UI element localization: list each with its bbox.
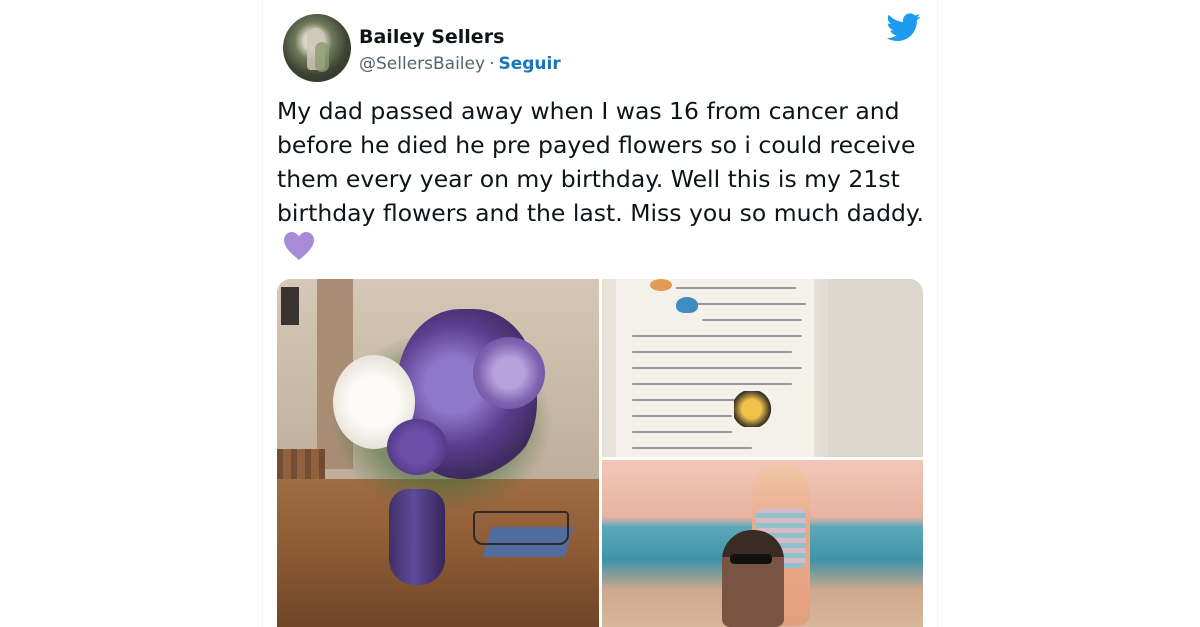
follow-button[interactable]: Seguir [498,54,560,74]
beach-photo[interactable] [602,460,923,627]
tweet-card: Bailey Sellers @SellersBailey · Seguir My … [262,0,938,627]
purple-mum [473,337,545,409]
author-name[interactable]: Bailey Sellers [359,26,504,48]
separator-dot: · [489,54,495,74]
handle-row: @SellersBailey · Seguir [359,54,561,74]
letter-line [676,287,796,289]
letter-line [632,351,792,353]
tweet-body: My dad passed away when I was 16 from ca… [277,97,924,227]
letter-line [632,383,792,385]
purple-heart-icon [284,232,314,260]
author-handle[interactable]: @SellersBailey [359,54,485,74]
swallowtail-butterfly-icon [734,391,778,427]
purple-flowers-low [387,419,447,475]
twitter-bird-icon[interactable] [887,10,921,44]
flowers-photo[interactable] [277,279,599,627]
letter-photo[interactable] [602,279,923,457]
avatar-figure-detail [315,42,329,72]
father-figure [722,530,784,627]
letter-line [632,335,802,337]
letter-line [632,415,732,417]
letter-line [632,431,732,433]
letter-line [632,399,742,401]
glass-vase [389,489,445,585]
wire-basket [473,511,569,545]
photo-frame [281,287,299,325]
media-grid [277,279,923,627]
handwritten-letter [616,279,814,457]
tweet-header: Bailey Sellers @SellersBailey · Seguir [273,8,923,82]
letter-line [702,319,802,321]
blue-butterfly-icon [676,297,698,313]
orange-butterfly-icon [650,279,672,291]
letter-line [696,303,806,305]
second-letter-page [828,279,923,457]
tweet-text: My dad passed away when I was 16 from ca… [277,94,927,264]
letter-line [632,367,802,369]
letter-line [632,447,752,449]
sunglasses [730,554,772,564]
avatar[interactable] [283,14,351,82]
